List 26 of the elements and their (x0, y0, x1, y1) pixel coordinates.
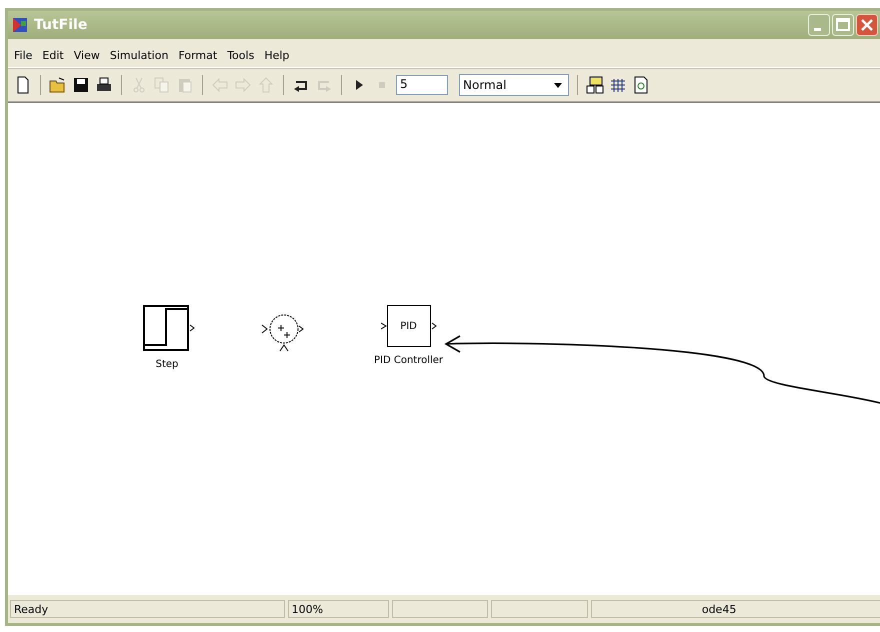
menu-item[interactable]: Simulation (110, 48, 168, 62)
menu-item[interactable]: File (14, 48, 32, 62)
app-icon (12, 17, 28, 33)
menu-item[interactable]: Tools (227, 48, 254, 62)
menu-item[interactable]: Help (264, 48, 290, 62)
solver-name: ode45 (590, 600, 880, 618)
save-icon[interactable] (72, 76, 90, 94)
stop-time-field[interactable]: 5 (396, 75, 448, 95)
menu-item[interactable]: Edit (42, 48, 64, 62)
window-title: TutFile (34, 17, 88, 33)
simulation-mode-dropdown[interactable]: Normal (459, 74, 569, 96)
document-icon[interactable] (632, 76, 650, 94)
block-label: Step (156, 359, 178, 370)
menu-item[interactable]: View (74, 48, 100, 62)
input-port-icon (380, 322, 387, 330)
menu-item[interactable]: Format (178, 48, 218, 62)
block-label: PID Controller (374, 355, 444, 366)
grid-icon[interactable] (609, 76, 627, 94)
output-port-icon (430, 322, 437, 330)
print-icon[interactable] (95, 76, 113, 94)
library-icon[interactable] (586, 76, 604, 94)
folder-icon[interactable] (49, 76, 67, 94)
zoom-level: 100% (288, 600, 389, 618)
status-text: Ready (10, 600, 285, 618)
pid-block[interactable]: PID (386, 305, 431, 347)
close-icon[interactable] (856, 14, 878, 36)
